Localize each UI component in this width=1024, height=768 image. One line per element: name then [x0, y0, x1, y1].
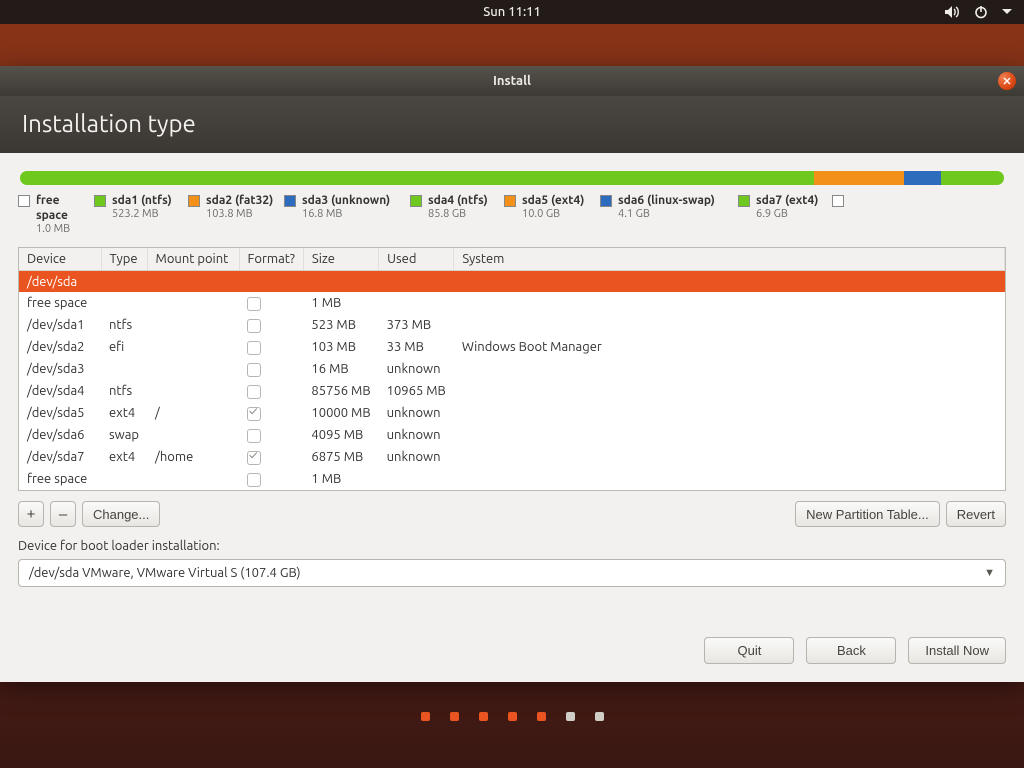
install-window: Install Installation type free space1.0 … [0, 66, 1024, 682]
legend-item: sda6 (linux-swap)4.1 GB [600, 193, 738, 237]
partition-row[interactable]: /dev/sda5ext4/10000 MBunknown [19, 402, 1005, 424]
column-header[interactable]: Size [303, 248, 378, 271]
format-checkbox[interactable] [247, 363, 261, 377]
legend-item: sda2 (fat32)103.8 MB [188, 193, 284, 237]
legend-item: sda3 (unknown)16.8 MB [284, 193, 410, 237]
page-heading: Installation type [0, 96, 1024, 153]
clock: Sun 11:11 [483, 5, 541, 19]
partition-row[interactable]: /dev/sda1ntfs523 MB373 MB [19, 314, 1005, 336]
chevron-down-icon: ▼ [984, 567, 995, 579]
partition-row[interactable]: /dev/sda2efi103 MB33 MBWindows Boot Mana… [19, 336, 1005, 358]
partition-table[interactable]: DeviceTypeMount pointFormat?SizeUsedSyst… [18, 247, 1006, 492]
change-partition-button[interactable]: Change... [82, 501, 160, 527]
partition-row[interactable]: free space1 MB [19, 468, 1005, 490]
quit-button[interactable]: Quit [704, 637, 794, 664]
bootloader-label: Device for boot loader installation: [18, 539, 1006, 553]
column-header[interactable]: System [454, 248, 1005, 271]
partition-row[interactable]: /dev/sda7ext4/home6875 MBunknown [19, 446, 1005, 468]
step-dot [508, 712, 517, 721]
format-checkbox[interactable] [247, 385, 261, 399]
revert-button[interactable]: Revert [946, 501, 1006, 527]
step-dot [595, 712, 604, 721]
bootloader-select[interactable]: /dev/sda VMware, VMware Virtual S (107.4… [18, 559, 1006, 587]
partition-row[interactable]: /dev/sda316 MBunknown [19, 358, 1005, 380]
titlebar: Install [0, 66, 1024, 96]
partition-row[interactable]: /dev/sda [19, 270, 1005, 292]
add-partition-button[interactable]: + [18, 501, 44, 527]
partition-legend: free space1.0 MBsda1 (ntfs)523.2 MBsda2 … [18, 193, 1006, 237]
format-checkbox[interactable] [247, 297, 261, 311]
column-header[interactable]: Used [379, 248, 454, 271]
partition-row[interactable]: free space1 MB [19, 292, 1005, 314]
partition-row[interactable]: /dev/sda4ntfs85756 MB10965 MB [19, 380, 1005, 402]
chevron-down-icon[interactable] [1002, 8, 1012, 16]
format-checkbox[interactable] [247, 407, 261, 421]
step-dot [450, 712, 459, 721]
footer: Quit Back Install Now [0, 623, 1024, 682]
step-dot [566, 712, 575, 721]
format-checkbox[interactable] [247, 341, 261, 355]
close-button[interactable] [998, 72, 1016, 90]
partition-row[interactable]: /dev/sda6swap4095 MBunknown [19, 424, 1005, 446]
column-header[interactable]: Format? [239, 248, 303, 271]
power-icon[interactable] [974, 5, 988, 19]
remove-partition-button[interactable]: – [50, 501, 76, 527]
top-bar: Sun 11:11 [0, 0, 1024, 24]
progress-dots [0, 708, 1024, 724]
install-now-button[interactable]: Install Now [908, 637, 1006, 664]
legend-item: sda5 (ext4)10.0 GB [504, 193, 600, 237]
back-button[interactable]: Back [806, 637, 896, 664]
format-checkbox[interactable] [247, 451, 261, 465]
column-header[interactable]: Device [19, 248, 101, 271]
step-dot [421, 712, 430, 721]
column-header[interactable]: Type [101, 248, 147, 271]
step-dot [479, 712, 488, 721]
window-title: Install [493, 74, 531, 88]
legend-item: sda1 (ntfs)523.2 MB [94, 193, 188, 237]
format-checkbox[interactable] [247, 429, 261, 443]
column-header[interactable]: Mount point [147, 248, 239, 271]
new-partition-table-button[interactable]: New Partition Table... [795, 501, 940, 527]
partition-bar [18, 169, 1006, 187]
format-checkbox[interactable] [247, 473, 261, 487]
step-dot [537, 712, 546, 721]
legend-item: sda7 (ext4)6.9 GB [738, 193, 832, 237]
legend-item: sda4 (ntfs)85.8 GB [410, 193, 504, 237]
bootloader-value: /dev/sda VMware, VMware Virtual S (107.4… [29, 566, 301, 580]
legend-item: free space1.0 MB [18, 193, 94, 237]
format-checkbox[interactable] [247, 319, 261, 333]
volume-icon[interactable] [944, 5, 960, 19]
